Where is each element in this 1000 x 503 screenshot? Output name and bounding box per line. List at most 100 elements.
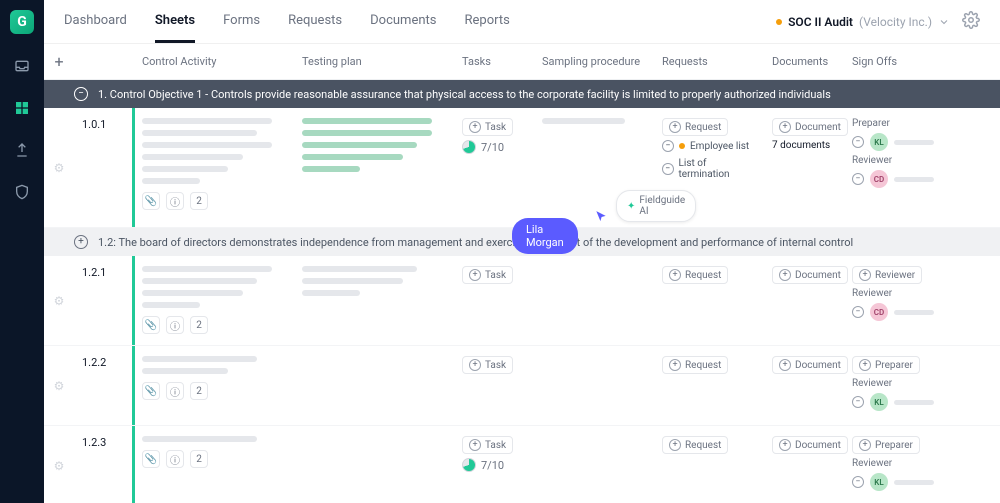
attachment-icon[interactable]: 📎	[142, 192, 160, 210]
add-request-button[interactable]: +Request	[662, 436, 728, 454]
add-document-button[interactable]: +Document	[772, 118, 848, 136]
cursor-icon	[594, 210, 608, 224]
add-row-button[interactable]: +	[44, 52, 74, 71]
cell-testing[interactable]	[294, 256, 454, 345]
col-documents[interactable]: Documents	[764, 55, 844, 68]
cell-documents[interactable]: +Document	[764, 426, 844, 503]
cell-activity[interactable]: 📎 ⓘ 2	[134, 256, 294, 345]
avatar[interactable]: KL	[870, 473, 888, 491]
request-item[interactable]: −Employee list	[662, 140, 756, 152]
row-settings-icon[interactable]: ⚙	[54, 379, 65, 393]
cell-testing[interactable]	[294, 346, 454, 425]
info-icon[interactable]: ⓘ	[166, 450, 184, 468]
count-badge[interactable]: 2	[190, 192, 208, 210]
remove-icon[interactable]: −	[852, 476, 864, 488]
attachment-icon[interactable]: 📎	[142, 450, 160, 468]
cell-activity[interactable]: 📎 ⓘ 2	[134, 108, 294, 227]
remove-icon[interactable]: −	[852, 396, 864, 408]
inbox-icon[interactable]	[12, 56, 32, 76]
col-sampling[interactable]: Sampling procedure	[534, 55, 654, 68]
shield-icon[interactable]	[12, 182, 32, 202]
row-settings-icon[interactable]: ⚙	[54, 161, 65, 175]
count-badge[interactable]: 2	[190, 382, 208, 400]
avatar[interactable]: KL	[870, 393, 888, 411]
cell-signoffs[interactable]: Preparer −KL Reviewer −CD	[844, 108, 1000, 227]
remove-icon[interactable]: −	[852, 136, 864, 148]
cell-documents[interactable]: +Document	[764, 346, 844, 425]
cell-requests[interactable]: +Request	[654, 426, 764, 503]
col-signoffs[interactable]: Sign Offs	[844, 55, 1000, 68]
settings-icon[interactable]	[962, 11, 980, 33]
tab-forms[interactable]: Forms	[223, 1, 260, 43]
col-activity[interactable]: Control Activity	[134, 55, 294, 68]
sheets-icon[interactable]	[12, 98, 32, 118]
request-item[interactable]: −List of termination	[662, 158, 756, 180]
cell-sampling[interactable]	[534, 346, 654, 425]
attachment-icon[interactable]: 📎	[142, 316, 160, 334]
tab-documents[interactable]: Documents	[370, 1, 436, 43]
add-task-button[interactable]: +Task	[462, 266, 513, 284]
add-request-button[interactable]: +Request	[662, 266, 728, 284]
expand-icon[interactable]: +	[74, 235, 88, 249]
cell-testing[interactable]	[294, 426, 454, 503]
cell-signoffs[interactable]: +Preparer Reviewer −KL	[844, 426, 1000, 503]
export-icon[interactable]	[12, 140, 32, 160]
add-preparer-button[interactable]: +Preparer	[852, 436, 920, 454]
col-requests[interactable]: Requests	[654, 55, 764, 68]
add-request-button[interactable]: +Request	[662, 356, 728, 374]
tab-reports[interactable]: Reports	[464, 1, 509, 43]
row-123: ⚙ 1.2.3 📎ⓘ2 +Task 7/10 +Request +Documen…	[44, 426, 1000, 503]
cell-sampling[interactable]	[534, 426, 654, 503]
col-testing[interactable]: Testing plan	[294, 55, 454, 68]
user-presence-chip: Lila Morgan	[512, 218, 578, 254]
ai-chip[interactable]: ✦Fieldguide AI	[616, 190, 696, 222]
add-task-button[interactable]: +Task	[462, 118, 513, 136]
info-icon[interactable]: ⓘ	[166, 192, 184, 210]
add-preparer-button[interactable]: +Preparer	[852, 356, 920, 374]
app-logo[interactable]: G	[10, 10, 34, 34]
add-task-button[interactable]: +Task	[462, 436, 513, 454]
tab-dashboard[interactable]: Dashboard	[64, 1, 127, 43]
attachment-icon[interactable]: 📎	[142, 382, 160, 400]
nav-tabs: Dashboard Sheets Forms Requests Document…	[64, 1, 510, 43]
avatar[interactable]: CD	[870, 303, 888, 321]
add-request-button[interactable]: +Request	[662, 118, 728, 136]
add-document-button[interactable]: +Document	[772, 436, 848, 454]
count-badge[interactable]: 2	[190, 316, 208, 334]
row-number: 1.2.2	[74, 346, 134, 425]
cell-testing[interactable]: ✦Fieldguide AI Lila Morgan	[294, 108, 454, 227]
cell-tasks[interactable]: +Task 7/10	[454, 108, 534, 227]
cell-activity[interactable]: 📎 ⓘ 2	[134, 426, 294, 503]
add-document-button[interactable]: +Document	[772, 266, 848, 284]
status-dot-icon	[776, 19, 782, 25]
row-settings-icon[interactable]: ⚙	[54, 459, 65, 473]
info-icon[interactable]: ⓘ	[166, 316, 184, 334]
add-document-button[interactable]: +Document	[772, 356, 848, 374]
tab-requests[interactable]: Requests	[288, 1, 342, 43]
col-tasks[interactable]: Tasks	[454, 55, 534, 68]
cell-requests[interactable]: +Request	[654, 256, 764, 345]
avatar[interactable]: KL	[870, 133, 888, 151]
collapse-icon[interactable]: −	[74, 87, 88, 101]
add-task-button[interactable]: +Task	[462, 356, 513, 374]
count-badge[interactable]: 2	[190, 450, 208, 468]
tab-sheets[interactable]: Sheets	[155, 1, 195, 43]
cell-tasks[interactable]: +Task 7/10	[454, 426, 534, 503]
remove-icon[interactable]: −	[852, 306, 864, 318]
row-settings-icon[interactable]: ⚙	[54, 294, 65, 308]
cell-documents[interactable]: +Document 7 documents	[764, 108, 844, 227]
section-header-1[interactable]: − 1. Control Objective 1 - Controls prov…	[44, 80, 1000, 108]
audit-selector[interactable]: SOC II Audit (Velocity Inc.)	[776, 15, 950, 29]
cell-tasks[interactable]: +Task	[454, 346, 534, 425]
info-icon[interactable]: ⓘ	[166, 382, 184, 400]
cell-sampling[interactable]	[534, 256, 654, 345]
remove-icon[interactable]: −	[852, 173, 864, 185]
cell-signoffs[interactable]: +Preparer Reviewer −KL	[844, 346, 1000, 425]
cell-activity[interactable]: 📎 ⓘ 2	[134, 346, 294, 425]
cell-documents[interactable]: +Document	[764, 256, 844, 345]
cell-signoffs[interactable]: +Reviewer Reviewer −CD	[844, 256, 1000, 345]
cell-tasks[interactable]: +Task	[454, 256, 534, 345]
add-reviewer-button[interactable]: +Reviewer	[852, 266, 922, 284]
cell-requests[interactable]: +Request	[654, 346, 764, 425]
avatar[interactable]: CD	[870, 170, 888, 188]
